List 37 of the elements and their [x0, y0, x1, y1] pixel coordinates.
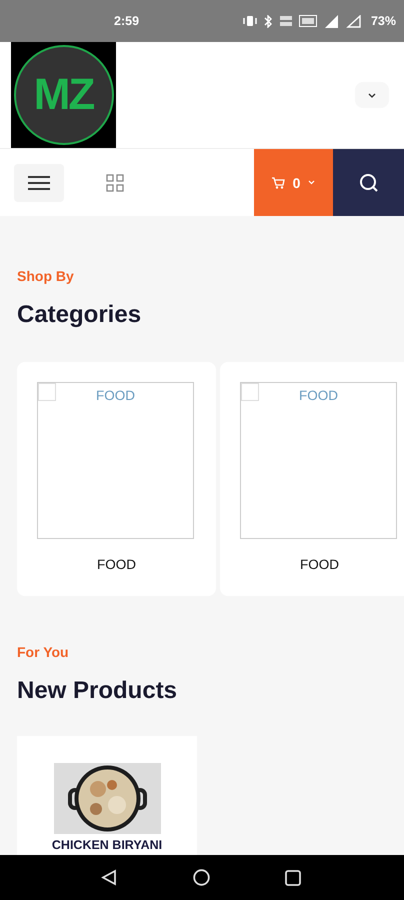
back-button[interactable]: [101, 869, 117, 886]
menu-icon: [28, 176, 50, 190]
broken-image-icon: [38, 383, 56, 401]
battery-percent: 73%: [370, 14, 396, 28]
recents-icon: [285, 870, 301, 886]
recents-button[interactable]: [285, 870, 301, 886]
chevron-down-icon: [368, 92, 376, 98]
chevron-down-icon: [308, 180, 316, 185]
bluetooth-icon: [262, 14, 273, 28]
section-kicker: Shop By: [17, 268, 74, 284]
home-button[interactable]: [193, 869, 210, 886]
clock-time: 2:59: [114, 14, 140, 28]
menu-button[interactable]: [14, 164, 64, 202]
volte-icon: [298, 15, 317, 27]
search-icon: [358, 172, 378, 192]
product-name: CHICKEN BIRYANI: [52, 838, 162, 853]
image-alt-text: FOOD: [96, 388, 135, 403]
logo[interactable]: MZ: [11, 42, 116, 148]
broken-image-icon: [241, 383, 259, 401]
category-name: FOOD: [300, 557, 339, 572]
network-speed-icon: [278, 15, 293, 27]
vibrate-icon: [242, 15, 257, 27]
section-kicker: For You: [17, 644, 69, 660]
section-title: Categories: [17, 301, 142, 329]
back-icon: [101, 869, 117, 886]
home-icon: [193, 869, 210, 886]
product-card[interactable]: CHICKEN BIRYANI: [17, 736, 197, 855]
cart-icon: [272, 176, 285, 188]
image-alt-text: FOOD: [299, 388, 338, 403]
category-card[interactable]: FOOD FOOD: [17, 362, 216, 596]
signal-icon: [344, 14, 361, 28]
section-title: New Products: [17, 677, 178, 705]
grid-icon: [106, 174, 124, 192]
category-card[interactable]: FOOD FOOD: [220, 362, 404, 596]
search-button[interactable]: [333, 149, 404, 216]
category-name: FOOD: [97, 557, 136, 572]
signal-icon: [322, 14, 339, 28]
